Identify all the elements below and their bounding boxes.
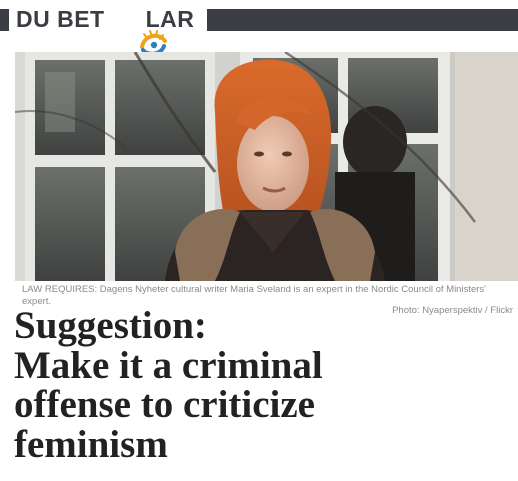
site-logo[interactable]: DU BET LAR [16, 1, 194, 56]
article-photo [15, 52, 518, 281]
headline-line-4: feminism [14, 422, 168, 466]
brand-text-left: DU BET [16, 5, 105, 32]
swirl-sun-logo-icon [106, 1, 168, 56]
woman-at-window-photo-icon [15, 52, 518, 281]
headline-line-2: Make it a criminal [14, 343, 323, 387]
header-bar-left [0, 9, 9, 31]
header-bar-right [207, 9, 518, 31]
article-headline: Suggestion: Make it a criminal offense t… [14, 306, 514, 464]
headline-line-1: Suggestion: [14, 304, 207, 347]
headline-line-3: offense to criticize [14, 383, 315, 426]
